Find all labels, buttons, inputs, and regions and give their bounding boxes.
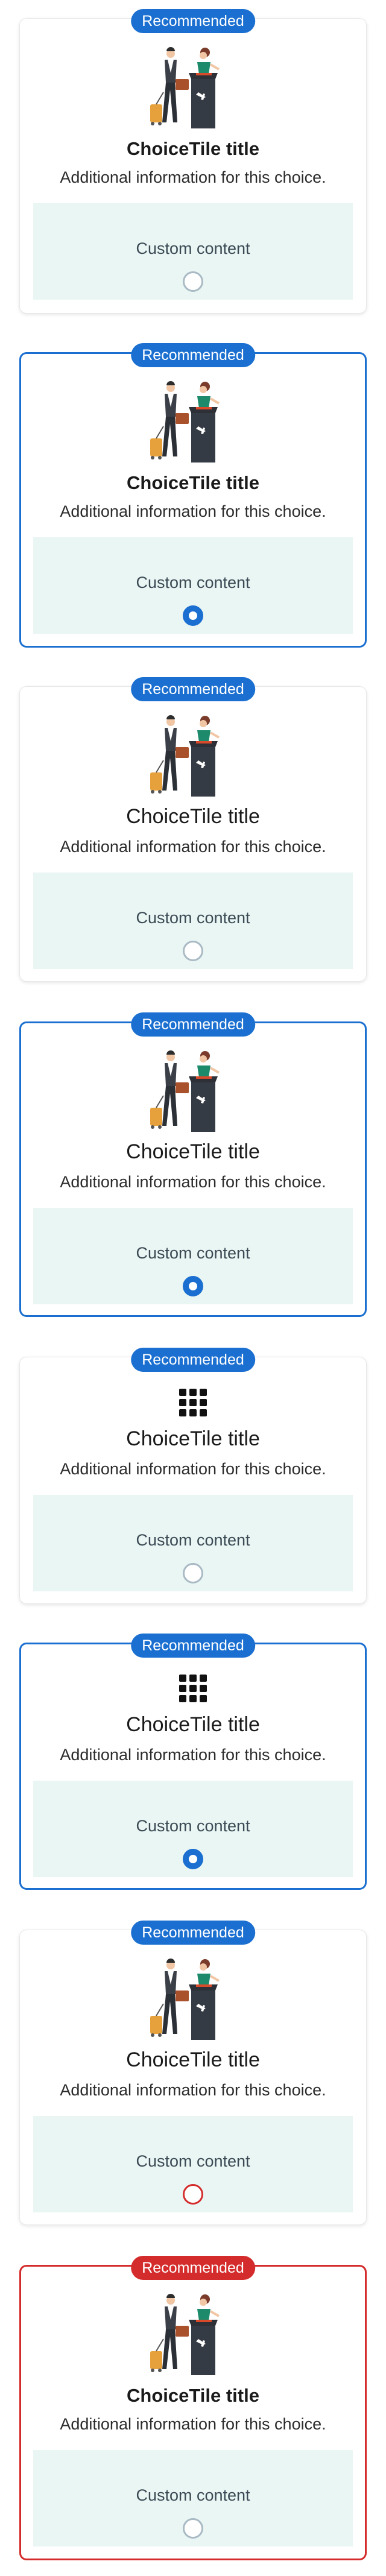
tile-description: Additional information for this choice.	[60, 838, 326, 856]
custom-content-label: Custom content	[136, 1244, 250, 1262]
custom-content-label: Custom content	[136, 1817, 250, 1835]
traveler-checkin-illustration-icon	[150, 1959, 220, 2040]
grid-icon	[179, 1389, 207, 1416]
custom-content-label: Custom content	[136, 239, 250, 257]
custom-content-label: Custom content	[136, 909, 250, 927]
tile-title: ChoiceTile title	[126, 1140, 260, 1163]
traveler-checkin-illustration-icon	[150, 381, 220, 462]
traveler-checkin-illustration-icon	[150, 2294, 220, 2375]
recommended-badge: Recommended	[131, 2256, 255, 2280]
choice-tile[interactable]: Recommended ChoiceTile title Additional …	[19, 9, 367, 314]
custom-content-area: Custom content	[33, 2450, 353, 2546]
choice-tile[interactable]: Recommended ChoiceTile title Additional …	[19, 1348, 367, 1604]
tile-description: Additional information for this choice.	[60, 1460, 326, 1478]
radio-button[interactable]	[183, 2518, 203, 2539]
tile-description: Additional information for this choice.	[60, 1173, 326, 1191]
custom-content-label: Custom content	[136, 1531, 250, 1549]
custom-content-label: Custom content	[136, 2486, 250, 2504]
radio-button-selected[interactable]	[183, 1276, 203, 1296]
custom-content-area: Custom content	[33, 1495, 353, 1591]
choice-tile-error[interactable]: Recommended ChoiceTile title Additional …	[19, 2256, 367, 2560]
tile-title: ChoiceTile title	[126, 2048, 260, 2071]
tile-title: ChoiceTile title	[127, 472, 259, 493]
recommended-badge: Recommended	[131, 1921, 255, 1945]
custom-content-area: Custom content	[33, 1208, 353, 1304]
choice-tile[interactable]: Recommended ChoiceTile title Additional …	[19, 677, 367, 982]
tile-description: Additional information for this choice.	[60, 2081, 326, 2099]
choice-tile[interactable]: Recommended ChoiceTile title Additional …	[19, 1921, 367, 2225]
tile-title: ChoiceTile title	[126, 1713, 260, 1736]
custom-content-area: Custom content	[33, 873, 353, 969]
choice-tile[interactable]: Recommended ChoiceTile title Additional …	[19, 1634, 367, 1890]
tile-description: Additional information for this choice.	[60, 168, 326, 186]
radio-button-selected[interactable]	[183, 605, 203, 626]
custom-content-area: Custom content	[33, 537, 353, 634]
tile-title: ChoiceTile title	[126, 805, 260, 828]
radio-button[interactable]	[183, 271, 203, 292]
recommended-badge: Recommended	[131, 1634, 255, 1658]
radio-button[interactable]	[183, 1563, 203, 1583]
radio-button-selected[interactable]	[183, 1849, 203, 1869]
tile-title: ChoiceTile title	[126, 1427, 260, 1450]
radio-button[interactable]	[183, 941, 203, 961]
custom-content-area: Custom content	[33, 2116, 353, 2212]
traveler-checkin-illustration-icon	[150, 47, 220, 128]
custom-content-label: Custom content	[136, 573, 250, 592]
grid-icon	[179, 1675, 207, 1702]
tile-description: Additional information for this choice.	[60, 2415, 326, 2433]
radio-button-error[interactable]	[183, 2184, 203, 2205]
tile-title: ChoiceTile title	[127, 138, 259, 159]
recommended-badge: Recommended	[131, 1012, 255, 1037]
traveler-checkin-illustration-icon	[150, 1050, 220, 1132]
recommended-badge: Recommended	[131, 677, 255, 701]
tile-description: Additional information for this choice.	[60, 1746, 326, 1764]
recommended-badge: Recommended	[131, 9, 255, 33]
custom-content-area: Custom content	[33, 203, 353, 300]
custom-content-area: Custom content	[33, 1781, 353, 1877]
choice-tile[interactable]: Recommended ChoiceTile title Additional …	[19, 343, 367, 648]
recommended-badge: Recommended	[131, 1348, 255, 1372]
custom-content-label: Custom content	[136, 2152, 250, 2170]
recommended-badge: Recommended	[131, 343, 255, 367]
tile-title: ChoiceTile title	[127, 2385, 259, 2406]
traveler-checkin-illustration-icon	[150, 715, 220, 797]
choice-tile[interactable]: Recommended ChoiceTile title Additional …	[19, 1012, 367, 1317]
tile-description: Additional information for this choice.	[60, 502, 326, 520]
